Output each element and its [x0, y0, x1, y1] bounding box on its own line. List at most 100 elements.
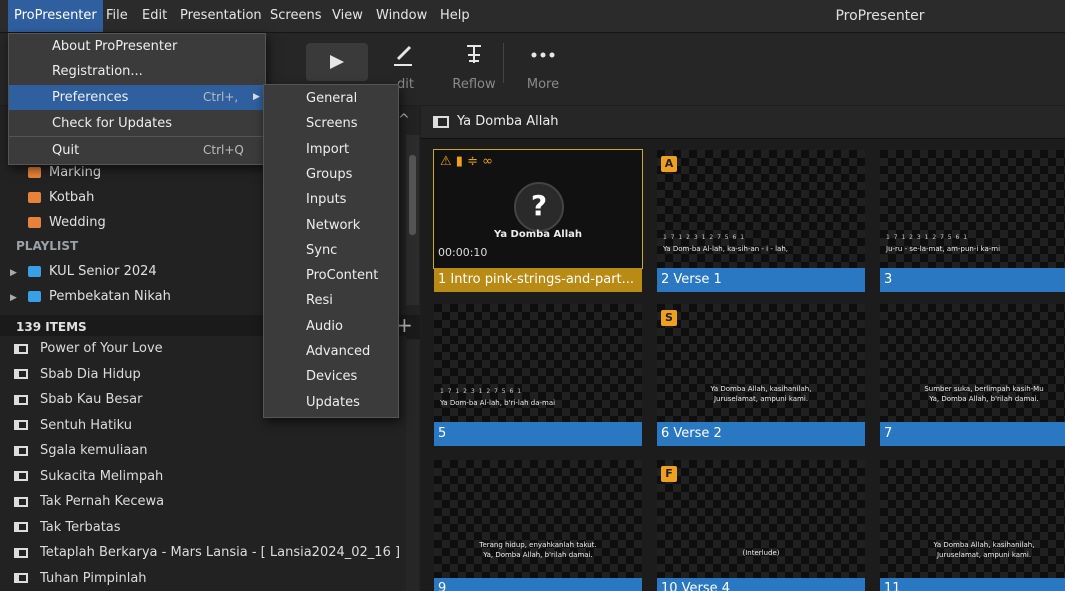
- slide-group-badge: A: [661, 156, 677, 172]
- slide-text: (Interlude): [742, 549, 780, 557]
- menu-item-registration[interactable]: Registration...: [9, 59, 265, 84]
- slide-text: Ya Domba Allah, kasihanilah, Juruselamat…: [710, 385, 812, 403]
- missing-media-icon: ?: [514, 182, 564, 232]
- menu-help[interactable]: Help: [434, 0, 476, 32]
- more-button[interactable]: More: [516, 33, 570, 105]
- list-item-label: Sentuh Hatiku: [40, 417, 133, 433]
- slide-label: 7: [880, 422, 1065, 446]
- menu-bar: ProPresenter File Edit Presentation Scre…: [0, 0, 1065, 33]
- menu-screens[interactable]: Screens: [264, 0, 327, 32]
- slide-text: Ya Domba Allah, kasihanilah, Juruselamat…: [933, 541, 1035, 559]
- presentation-icon: [14, 394, 28, 405]
- slide-thumbnail[interactable]: A 1 7 1 2 3 1 2 7 5 6 1 Ya Dom-ba Al-lah, …: [657, 150, 865, 292]
- slide-preview: Terang hidup, enyahkanlah takut. Ya, Dom…: [434, 460, 642, 578]
- library-icon: [28, 192, 41, 203]
- chevron-right-icon[interactable]: ▶: [10, 261, 20, 286]
- more-label: More: [526, 77, 560, 92]
- window-title: ProPresenter: [835, 8, 925, 24]
- submenu-item-sync[interactable]: Sync: [264, 238, 398, 263]
- slide-label: 10 Verse 4: [657, 578, 865, 591]
- submenu-item-resi[interactable]: Resi: [264, 288, 398, 313]
- collapse-icon[interactable]: ^: [398, 110, 414, 130]
- slide-label: 9: [434, 578, 642, 591]
- submenu-item-audio[interactable]: Audio: [264, 314, 398, 339]
- submenu-item-screens[interactable]: Screens: [264, 111, 398, 136]
- playlist-item-label: KUL Senior 2024: [49, 264, 157, 279]
- presentation-icon: [14, 471, 28, 481]
- slide-thumbnail[interactable]: S Ya Domba Allah, kasihanilah, Juruselama…: [657, 304, 865, 446]
- list-item[interactable]: Tuhan Pimpinlah: [0, 566, 400, 591]
- list-item[interactable]: Sukacita Melimpah: [0, 464, 400, 489]
- slide-thumbnail[interactable]: Terang hidup, enyahkanlah takut. Ya, Dom…: [434, 460, 642, 591]
- play-button[interactable]: [306, 43, 368, 81]
- list-item-label: Tetaplah Berkarya - Mars Lansia - [ Lans…: [40, 545, 401, 560]
- submenu-item-network[interactable]: Network: [264, 213, 398, 238]
- menu-item-preferences[interactable]: Preferences Ctrl+, ▶: [9, 85, 265, 110]
- presentation-icon: [14, 496, 28, 507]
- presentation-icon: [14, 573, 28, 583]
- menu-item-quit[interactable]: Quit Ctrl+Q: [9, 138, 265, 163]
- preferences-submenu: General Screens Import Groups Inputs Network S…: [263, 84, 399, 418]
- slide-preview: A 1 7 1 2 3 1 2 7 5 6 1 Ya Dom-ba Al-lah, …: [657, 150, 865, 268]
- slide-preview: ⚠ ▮ ≑ ∞? Ya Domba Allah 00:00:10: [433, 149, 643, 269]
- menu-window[interactable]: Window: [370, 0, 433, 32]
- slide-group-badge: F: [661, 466, 677, 482]
- slide-text: Ju-ru - se-la-mat, am-pun-i ka-mi: [886, 245, 1001, 253]
- presentation-icon: [14, 522, 28, 532]
- slide-thumbnail[interactable]: ⚠ ▮ ≑ ∞? Ya Domba Allah 00:00:10 1 Intro pi…: [433, 149, 643, 292]
- list-item-label: Tak Terbatas: [40, 519, 121, 535]
- slide-thumbnail[interactable]: Ya Domba Allah, kasihanilah, Juruselamat…: [880, 460, 1065, 591]
- submenu-item-inputs[interactable]: Inputs: [264, 187, 398, 212]
- menu-edit[interactable]: Edit: [136, 0, 173, 32]
- list-item-label: Power of Your Love: [40, 341, 163, 356]
- slide-text: Ya Domba Allah: [494, 229, 582, 240]
- folder-icon: [28, 266, 41, 277]
- slide-text: Sumber suka, berlimpah kasih-Mu Ya, Domb…: [924, 385, 1044, 403]
- list-item-label: Sbab Dia Hidup: [40, 366, 141, 382]
- library-item-label: Wedding: [49, 215, 106, 230]
- slide-thumbnail[interactable]: F (Interlude) 10 Verse 4: [657, 460, 865, 591]
- submenu-item-general[interactable]: General: [264, 86, 398, 111]
- menu-propresenter[interactable]: ProPresenter: [8, 0, 103, 32]
- submenu-item-devices[interactable]: Devices: [264, 364, 398, 389]
- slide-thumbnail[interactable]: 1 7 1 2 3 1 2 7 5 6 1 Ya Dom-ba Al-lah, b…: [434, 304, 642, 446]
- menu-item-check-updates[interactable]: Check for Updates: [9, 111, 265, 136]
- items-scrollbar[interactable]: [406, 340, 419, 591]
- slide-thumbnail[interactable]: Sumber suka, berlimpah kasih-Mu Ya, Domb…: [880, 304, 1065, 446]
- submenu-item-advanced[interactable]: Advanced: [264, 339, 398, 364]
- menu-separator: [9, 136, 265, 137]
- list-item[interactable]: Tetaplah Berkarya - Mars Lansia - [ Lans…: [0, 540, 400, 565]
- library-scrollbar[interactable]: [406, 135, 419, 305]
- library-icon: [28, 217, 41, 228]
- slide-preview: Ya Domba Allah, kasihanilah, Juruselamat…: [880, 460, 1065, 578]
- menu-item-label: Check for Updates: [52, 116, 172, 131]
- presentation-icon: [14, 547, 28, 558]
- menu-item-about[interactable]: About ProPresenter: [9, 34, 265, 59]
- slide-text: Terang hidup, enyahkanlah takut. Ya, Dom…: [479, 541, 597, 559]
- list-item[interactable]: Tak Terbatas: [0, 515, 400, 540]
- menu-view[interactable]: View: [326, 0, 369, 32]
- slide-preview: 1 7 1 2 3 1 2 7 5 6 1 Ju-ru - se-la-mat, …: [880, 150, 1065, 268]
- reflow-button[interactable]: Reflow: [446, 33, 502, 105]
- submenu-item-import[interactable]: Import: [264, 137, 398, 162]
- menu-presentation[interactable]: Presentation: [174, 0, 268, 32]
- slide-label: 5: [434, 422, 642, 446]
- slide-text: Ya Dom-ba Al-lah, b'ri-lah da-mai: [440, 399, 556, 407]
- scrollbar-thumb[interactable]: [409, 155, 416, 235]
- slide-preview: Sumber suka, berlimpah kasih-Mu Ya, Domb…: [880, 304, 1065, 422]
- menu-file[interactable]: File: [100, 0, 134, 32]
- submenu-item-procontent[interactable]: ProContent: [264, 263, 398, 288]
- menu-item-shortcut: Ctrl+Q: [203, 143, 244, 157]
- list-item[interactable]: Sgala kemuliaan: [0, 438, 400, 463]
- slide-label: 2 Verse 1: [657, 268, 865, 292]
- submenu-item-groups[interactable]: Groups: [264, 162, 398, 187]
- presentation-icon: [14, 445, 28, 456]
- menu-item-label: Registration...: [52, 64, 143, 79]
- slide-timer: 00:00:10: [438, 246, 488, 259]
- menu-item-shortcut: Ctrl+,: [203, 90, 239, 104]
- chevron-right-icon[interactable]: ▶: [10, 286, 20, 311]
- list-item[interactable]: Tak Pernah Kecewa: [0, 489, 400, 514]
- presentation-title: Ya Domba Allah: [457, 114, 559, 129]
- slide-thumbnail[interactable]: 1 7 1 2 3 1 2 7 5 6 1 Ju-ru - se-la-mat, …: [880, 150, 1065, 292]
- submenu-item-updates[interactable]: Updates: [264, 390, 398, 415]
